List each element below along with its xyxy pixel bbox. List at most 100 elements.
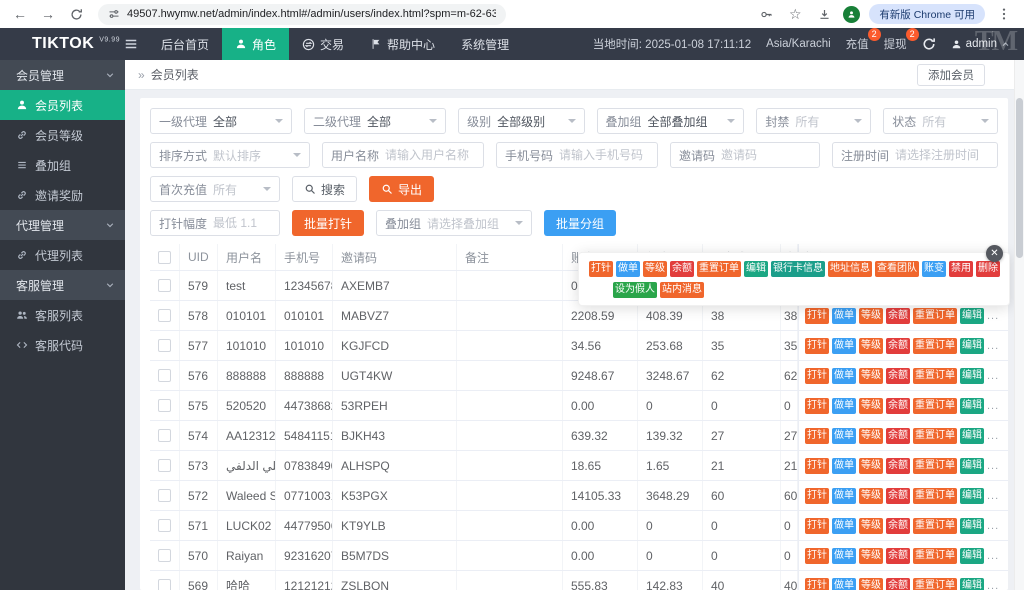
refresh-icon[interactable] (922, 37, 936, 51)
row-action-button[interactable]: 重置订单 (913, 577, 957, 590)
sidebar-item-agent-list[interactable]: 代理列表 (0, 240, 125, 270)
sidebar-item-support-list[interactable]: 客服列表 (0, 300, 125, 330)
username-input[interactable] (385, 148, 486, 162)
row-action-button[interactable]: 打针 (805, 457, 829, 474)
row-action-button[interactable]: 等级 (859, 577, 883, 590)
popup-action-button[interactable]: 设为假人 (613, 282, 657, 298)
row-action-button[interactable]: 编辑 (960, 517, 984, 534)
filter-invite-field[interactable]: 邀请码 (670, 142, 822, 168)
collapse-menu-icon[interactable] (124, 37, 138, 51)
row-action-button[interactable]: 等级 (859, 547, 883, 564)
popup-action-button[interactable]: 银行卡信息 (771, 261, 825, 277)
nav-help[interactable]: 帮助中心 (357, 28, 448, 60)
invite-code-input[interactable] (721, 148, 822, 162)
row-action-button[interactable]: 余额 (886, 427, 910, 444)
row-more-actions[interactable]: ... (987, 520, 999, 532)
popup-action-button[interactable]: 查看团队 (875, 261, 919, 277)
row-action-button[interactable]: 做单 (832, 577, 856, 590)
row-more-actions[interactable]: ... (987, 580, 999, 590)
forward-icon[interactable]: → (38, 4, 58, 24)
row-action-button[interactable]: 做单 (832, 337, 856, 354)
popup-action-button[interactable]: 地址信息 (828, 261, 872, 277)
sidebar-group-support[interactable]: 客服管理 (0, 270, 125, 300)
row-action-button[interactable]: 做单 (832, 397, 856, 414)
sidebar-item-member-level[interactable]: 会员等级 (0, 120, 125, 150)
chrome-update-chip[interactable]: 有新版 Chrome 可用 (869, 4, 985, 24)
row-action-button[interactable]: 等级 (859, 307, 883, 324)
row-action-button[interactable]: 做单 (832, 427, 856, 444)
row-action-button[interactable]: 编辑 (960, 487, 984, 504)
export-button[interactable]: 导出 (369, 176, 435, 202)
filter-level-select[interactable]: 级别 全部级别 (458, 108, 585, 134)
popup-action-button[interactable]: 账变 (922, 261, 946, 277)
row-action-button[interactable]: 余额 (886, 457, 910, 474)
row-checkbox[interactable] (158, 549, 171, 562)
row-more-actions[interactable]: ... (987, 310, 999, 322)
row-action-button[interactable]: 重置订单 (913, 367, 957, 384)
row-action-button[interactable]: 余额 (886, 517, 910, 534)
row-checkbox[interactable] (158, 279, 171, 292)
batch-group-button[interactable]: 批量分组 (544, 210, 617, 236)
popup-action-button[interactable]: 站内消息 (660, 282, 704, 298)
row-action-button[interactable]: 做单 (832, 457, 856, 474)
filter-agent1-select[interactable]: 一级代理 全部 (150, 108, 293, 134)
scrollbar-thumb[interactable] (1016, 98, 1023, 258)
row-more-actions[interactable]: ... (987, 430, 999, 442)
row-action-button[interactable]: 重置订单 (913, 337, 957, 354)
popup-action-button[interactable]: 禁用 (949, 261, 973, 277)
row-action-button[interactable]: 余额 (886, 487, 910, 504)
filter-phone-field[interactable]: 手机号码 (496, 142, 660, 168)
batch-group-select[interactable]: 叠加组 请选择叠加组 (376, 210, 533, 236)
sidebar-item-member-list[interactable]: 会员列表 (0, 90, 125, 120)
row-action-button[interactable]: 打针 (805, 517, 829, 534)
row-action-button[interactable]: 编辑 (960, 397, 984, 414)
row-checkbox[interactable] (158, 309, 171, 322)
row-action-button[interactable]: 编辑 (960, 367, 984, 384)
filter-first-recharge-select[interactable]: 首次充值 所有 (150, 176, 280, 202)
row-action-button[interactable]: 编辑 (960, 307, 984, 324)
row-checkbox[interactable] (158, 489, 171, 502)
withdraw-menu[interactable]: 提现 2 (884, 28, 919, 52)
row-action-button[interactable]: 余额 (886, 547, 910, 564)
row-action-button[interactable]: 做单 (832, 517, 856, 534)
row-action-button[interactable]: 重置订单 (913, 427, 957, 444)
row-checkbox[interactable] (158, 429, 171, 442)
row-action-button[interactable]: 打针 (805, 307, 829, 324)
password-key-icon[interactable] (756, 4, 776, 24)
popup-action-button[interactable]: 余额 (670, 261, 694, 277)
row-action-button[interactable]: 余额 (886, 337, 910, 354)
add-member-button[interactable]: 添加会员 (917, 63, 985, 86)
row-action-button[interactable]: 打针 (805, 397, 829, 414)
row-action-button[interactable]: 等级 (859, 457, 883, 474)
row-action-button[interactable]: 编辑 (960, 547, 984, 564)
nav-home[interactable]: 后台首页 (148, 28, 222, 60)
nav-trade[interactable]: 交易 (289, 28, 357, 60)
filter-ban-select[interactable]: 封禁 所有 (756, 108, 872, 134)
sidebar-item-stack-group[interactable]: 叠加组 (0, 150, 125, 180)
row-action-button[interactable]: 编辑 (960, 577, 984, 590)
row-action-button[interactable]: 重置订单 (913, 307, 957, 324)
row-action-button[interactable]: 做单 (832, 307, 856, 324)
row-action-button[interactable]: 重置订单 (913, 547, 957, 564)
row-more-actions[interactable]: ... (987, 550, 999, 562)
row-action-button[interactable]: 余额 (886, 367, 910, 384)
row-action-button[interactable]: 打针 (805, 427, 829, 444)
filter-status-select[interactable]: 状态 所有 (883, 108, 998, 134)
filter-inject-range-field[interactable]: 打针幅度 (150, 210, 280, 236)
row-action-button[interactable]: 等级 (859, 487, 883, 504)
filter-username-field[interactable]: 用户名称 (322, 142, 486, 168)
filter-sort-select[interactable]: 排序方式 默认排序 (150, 142, 310, 168)
row-action-button[interactable]: 余额 (886, 397, 910, 414)
popup-action-button[interactable]: 打针 (589, 261, 613, 277)
row-action-button[interactable]: 等级 (859, 517, 883, 534)
row-action-button[interactable]: 做单 (832, 547, 856, 564)
popup-action-button[interactable]: 做单 (616, 261, 640, 277)
row-action-button[interactable]: 编辑 (960, 457, 984, 474)
popup-action-button[interactable]: 重置订单 (697, 261, 741, 277)
popup-action-button[interactable]: 删除 (976, 261, 1000, 277)
filter-stack-group-select[interactable]: 叠加组 全部叠加组 (596, 108, 745, 134)
row-more-actions[interactable]: ... (987, 400, 999, 412)
row-action-button[interactable]: 重置订单 (913, 397, 957, 414)
row-action-button[interactable]: 等级 (859, 427, 883, 444)
recharge-menu[interactable]: 充值 2 (846, 28, 881, 52)
